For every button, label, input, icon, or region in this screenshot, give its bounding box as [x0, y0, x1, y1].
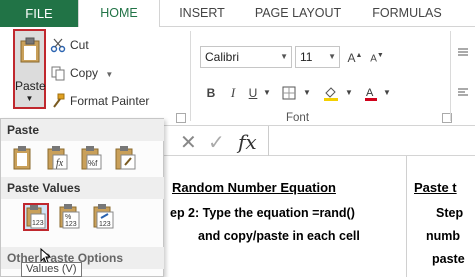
svg-text:%: %	[65, 214, 71, 221]
paste-label: Paste	[15, 79, 46, 93]
format-painter-button[interactable]: Format Painter	[50, 91, 149, 111]
cell-step-right[interactable]: paste	[432, 252, 465, 266]
chevron-down-icon: ▼	[328, 52, 336, 61]
bold-button[interactable]: B	[204, 83, 218, 103]
font-group-label: Font	[286, 112, 310, 124]
font-size-value: 11	[300, 50, 313, 64]
tab-formulas[interactable]: FORMULAS	[352, 0, 462, 27]
insert-function-icon[interactable]: fx	[238, 130, 257, 154]
paste-option-icon[interactable]	[11, 145, 37, 173]
paste-section-header: Paste	[1, 119, 164, 141]
italic-button[interactable]: I	[226, 83, 240, 103]
chevron-down-icon: ▼	[280, 52, 288, 61]
font-name-value: Calibri	[205, 50, 240, 64]
clipboard-icon	[20, 37, 40, 63]
paste-options-menu: Paste fx %f Paste Values 123 % 123 123 Ot…	[0, 118, 164, 277]
paste-values-icon[interactable]: 123	[23, 203, 49, 231]
cell-step-right[interactable]: numb	[426, 229, 460, 243]
chevron-down-icon[interactable]: ▼	[344, 83, 354, 103]
chevron-down-icon[interactable]: ▼	[302, 83, 312, 103]
svg-text:fx: fx	[56, 158, 64, 169]
formula-divider	[268, 126, 269, 156]
worksheet[interactable]: Random Number Equation Paste t ep 2: Typ…	[164, 156, 475, 277]
tooltip: Values (V)	[21, 262, 82, 277]
cut-button[interactable]: Cut	[50, 35, 89, 55]
cell-step-text[interactable]: ep 2: Type the equation =rand()	[170, 206, 355, 220]
tab-file[interactable]: FILE	[0, 0, 78, 27]
fill-color-icon[interactable]	[320, 83, 342, 103]
svg-text:A: A	[366, 87, 374, 99]
cell-title-left[interactable]: Random Number Equation	[172, 180, 336, 195]
cell-step-text[interactable]: and copy/paste in each cell	[198, 229, 360, 243]
paste-values-number-format-icon[interactable]: % 123	[57, 203, 83, 231]
copy-icon	[51, 66, 65, 81]
dialog-launcher-icon[interactable]	[176, 113, 186, 123]
cell-step-right[interactable]: Step	[436, 206, 463, 220]
format-painter-label: Format Painter	[70, 94, 150, 108]
chevron-down-icon: ▼	[25, 94, 34, 103]
group-divider	[450, 31, 451, 121]
chevron-down-icon[interactable]: ▼	[382, 83, 392, 103]
chevron-down-icon[interactable]: ▼	[262, 83, 272, 103]
copy-label: Copy	[70, 66, 99, 80]
paste-formulas-number-format-icon[interactable]: %f	[79, 145, 105, 173]
paintbrush-icon	[53, 93, 65, 108]
group-divider	[190, 31, 191, 121]
svg-text:123: 123	[65, 221, 77, 228]
paste-button[interactable]: Paste ▼	[13, 29, 46, 109]
ribbon-tab-bar: FILE HOME INSERT PAGE LAYOUT FORMULAS	[0, 0, 475, 28]
scissors-icon	[50, 38, 66, 53]
paste-values-header: Paste Values	[1, 177, 164, 199]
cut-label: Cut	[70, 38, 89, 52]
paste-formulas-icon[interactable]: fx	[45, 145, 71, 173]
enter-icon[interactable]: ✓	[208, 130, 225, 154]
font-color-icon[interactable]: A	[362, 83, 380, 103]
borders-icon[interactable]	[278, 83, 300, 103]
svg-text:123: 123	[32, 220, 44, 227]
paste-values-source-formatting-icon[interactable]: 123	[91, 203, 117, 231]
paste-keep-formatting-icon[interactable]	[113, 145, 139, 173]
copy-button[interactable]: Copy ▼	[50, 63, 113, 83]
tab-insert[interactable]: INSERT	[160, 0, 244, 27]
column-divider	[406, 156, 407, 277]
align-top-icon[interactable]	[455, 43, 471, 63]
align-left-icon[interactable]	[455, 83, 471, 103]
cell-title-right[interactable]: Paste t	[414, 180, 457, 195]
grow-font-icon[interactable]: A▲	[346, 46, 364, 66]
svg-text:123: 123	[99, 221, 111, 228]
ribbon-home: Paste ▼ Cut Copy ▼ Format Painter Calibr…	[0, 27, 475, 126]
tab-home[interactable]: HOME	[78, 0, 160, 28]
chevron-down-icon[interactable]: ▼	[105, 70, 113, 79]
underline-button[interactable]: U	[246, 83, 260, 103]
tab-page-layout[interactable]: PAGE LAYOUT	[244, 0, 352, 27]
font-name-select[interactable]: Calibri ▼	[200, 46, 292, 68]
font-size-select[interactable]: 11 ▼	[295, 46, 340, 68]
shrink-font-icon[interactable]: A▼	[368, 46, 386, 66]
svg-text:%f: %f	[88, 159, 98, 168]
cancel-icon[interactable]: ✕	[180, 130, 197, 154]
formula-bar: ✕ ✓ fx	[164, 126, 475, 156]
